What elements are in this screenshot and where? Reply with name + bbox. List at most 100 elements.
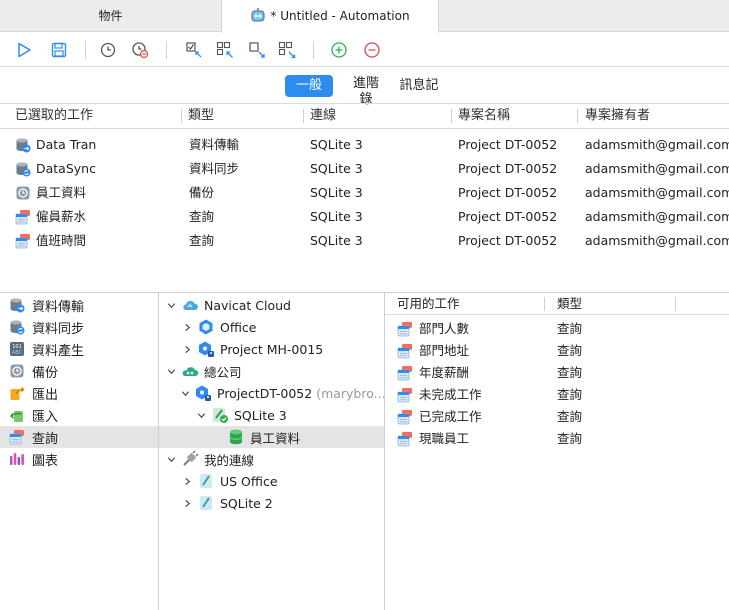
job-table-row[interactable]: 員工資料 備份 SQLite 3 Project DT-0052 adamsmith@g…: [0, 181, 729, 205]
query-icon: [15, 209, 31, 225]
job-table-row[interactable]: DataSync 資料同步 SQLite 3 Project DT-0052 adams…: [0, 157, 729, 181]
job-connection: SQLite 3: [310, 233, 363, 248]
tree-node-project-dt-0052[interactable]: ProjectDT-0052 (marybro...: [159, 382, 386, 404]
job-name: 員工資料: [36, 185, 87, 200]
tab-objects[interactable]: 物件: [0, 0, 221, 32]
tree-label: ProjectDT-0052: [217, 385, 313, 401]
available-job-type: 查詢: [557, 409, 583, 424]
available-job-name: 未完成工作: [419, 387, 482, 402]
col-project-owner[interactable]: 專案擁有者: [585, 104, 650, 128]
tree-node-us-office[interactable]: US Office: [159, 470, 384, 492]
toolbar: [0, 32, 729, 67]
job-table-row[interactable]: Data Tran 資料傳輸 SQLite 3 Project DT-0052 adam…: [0, 133, 729, 157]
export-icon: [9, 385, 25, 401]
segment-log[interactable]: 訊息記: [395, 75, 443, 97]
tree-label: SQLite 2: [220, 495, 273, 511]
chevron-down-icon[interactable]: [181, 387, 190, 399]
category-item[interactable]: 查詢: [0, 426, 158, 448]
category-item[interactable]: 匯出: [0, 382, 158, 404]
tree-node-employee-db[interactable]: 員工資料: [159, 426, 384, 448]
col-selected-jobs[interactable]: 已選取的工作: [15, 104, 93, 128]
category-item[interactable]: 備份: [0, 360, 158, 382]
query-icon: [15, 233, 31, 249]
job-connection: SQLite 3: [310, 161, 363, 176]
available-job-row[interactable]: 部門人數 查詢: [385, 318, 729, 340]
data-transfer-icon: [15, 137, 31, 153]
database-icon: [227, 428, 245, 446]
available-job-row[interactable]: 未完成工作 查詢: [385, 384, 729, 406]
chevron-down-icon[interactable]: [165, 299, 177, 311]
select-all-button[interactable]: [214, 39, 236, 61]
tree-node-office[interactable]: Office: [159, 316, 384, 338]
tab-automation[interactable]: * Untitled - Automation: [221, 0, 439, 33]
deselect-button[interactable]: [246, 39, 268, 61]
sqlite-icon: [197, 494, 215, 512]
job-table-row[interactable]: 僱員薪水 查詢 SQLite 3 Project DT-0052 adamsmith@g…: [0, 205, 729, 229]
available-job-type: 查詢: [557, 431, 583, 446]
schedule-button[interactable]: [97, 39, 119, 61]
col-type[interactable]: 類型: [188, 104, 214, 128]
save-button[interactable]: [48, 39, 70, 61]
col-connection[interactable]: 連線: [310, 104, 336, 128]
chevron-down-icon[interactable]: [165, 453, 177, 465]
col-project-name[interactable]: 專案名稱: [458, 104, 510, 128]
col-available-jobs[interactable]: 可用的工作: [397, 293, 460, 314]
query-icon: [397, 321, 413, 337]
category-label: 備份: [32, 365, 59, 381]
chevron-right-icon[interactable]: [181, 343, 193, 355]
run-button[interactable]: [13, 39, 35, 61]
available-job-type: 查詢: [557, 387, 583, 402]
tree-node-navicat-cloud[interactable]: Navicat Cloud: [159, 294, 384, 316]
tree-node-sqlite-2[interactable]: SQLite 2: [159, 492, 384, 514]
add-button[interactable]: [328, 39, 350, 61]
chevron-right-icon[interactable]: [181, 475, 193, 487]
available-job-row[interactable]: 已完成工作 查詢: [385, 406, 729, 428]
data-sync-icon: [15, 161, 31, 177]
backup-icon: [15, 185, 31, 201]
svg-text:ABC: ABC: [12, 350, 23, 356]
tab-bar: 物件 * Untitled - Automation: [0, 0, 729, 33]
job-table-row[interactable]: 值班時間 查詢 SQLite 3 Project DT-0052 adamsmith@g…: [0, 229, 729, 253]
category-label: 圖表: [32, 453, 59, 469]
category-label: 匯入: [32, 409, 59, 425]
chevron-right-icon[interactable]: [181, 321, 193, 333]
category-item[interactable]: 資料傳輸: [0, 294, 158, 316]
data-generation-icon: 101 ABC: [9, 341, 25, 357]
category-label: 資料同步: [32, 321, 85, 337]
available-job-row[interactable]: 年度薪酬 查詢: [385, 362, 729, 384]
category-item[interactable]: 圖表: [0, 448, 158, 470]
clock-icon: [100, 42, 116, 58]
remove-icon: [364, 42, 380, 58]
job-name: 僱員薪水: [36, 209, 87, 224]
deselect-all-button[interactable]: [276, 39, 298, 61]
category-item[interactable]: 資料同步: [0, 316, 158, 338]
connection-tree: Navicat Cloud Office Project MH-0015 總公司…: [159, 293, 386, 610]
tree-node-head-office[interactable]: 總公司: [159, 360, 384, 382]
data-transfer-icon: [9, 297, 25, 313]
delete-schedule-button[interactable]: [129, 39, 151, 61]
tree-label: 我的連線: [204, 452, 255, 468]
category-item[interactable]: 101 ABC 資料產生: [0, 338, 158, 360]
query-icon: [397, 431, 413, 447]
job-type: 查詢: [189, 233, 215, 248]
tree-label: Navicat Cloud: [204, 297, 291, 313]
col-available-type[interactable]: 類型: [557, 293, 582, 314]
chevron-down-icon[interactable]: [195, 409, 207, 421]
available-job-row[interactable]: 部門地址 查詢: [385, 340, 729, 362]
connections-icon: [181, 450, 199, 468]
tree-node-my-connections[interactable]: 我的連線: [159, 448, 384, 470]
segment-advanced[interactable]: 進階 錄: [345, 76, 387, 107]
available-job-type: 查詢: [557, 343, 583, 358]
category-item[interactable]: 匯入: [0, 404, 158, 426]
chevron-right-icon[interactable]: [181, 497, 193, 509]
tree-node-project-mh-0015[interactable]: Project MH-0015: [159, 338, 384, 360]
tree-node-sqlite-3[interactable]: SQLite 3: [159, 404, 384, 426]
chevron-down-icon[interactable]: [165, 365, 177, 377]
segment-general[interactable]: 一般: [285, 75, 333, 97]
select-button[interactable]: [183, 39, 205, 61]
job-owner: adamsmith@gmail.com: [585, 185, 729, 200]
job-project: Project DT-0052: [458, 185, 558, 200]
remove-button[interactable]: [361, 39, 383, 61]
available-job-row[interactable]: 現職員工 查詢: [385, 428, 729, 450]
job-project: Project DT-0052: [458, 137, 558, 152]
